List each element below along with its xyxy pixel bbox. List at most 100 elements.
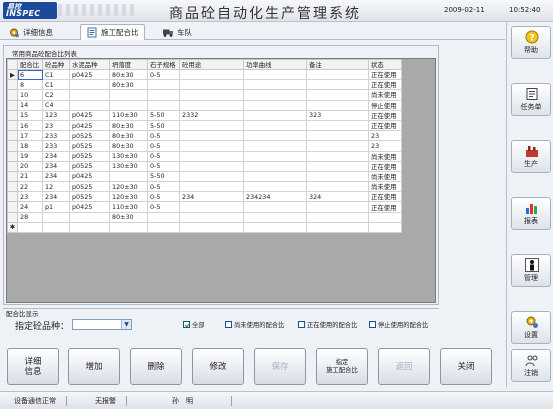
table-row[interactable]: 17 233 p0525 80±30 0-5 23 xyxy=(7,130,402,142)
table-cell[interactable]: 6 xyxy=(17,68,43,81)
table-cell[interactable] xyxy=(179,221,244,234)
sidebar-item-production[interactable]: 生产 xyxy=(511,140,551,173)
table-cell[interactable]: 130±30 xyxy=(109,150,148,162)
table-cell[interactable] xyxy=(109,99,148,111)
table-cell[interactable]: 233 xyxy=(42,140,70,152)
table-cell[interactable] xyxy=(243,99,307,111)
table-cell[interactable]: 130±30 xyxy=(109,160,148,172)
column-header[interactable]: 水泥品种 xyxy=(69,59,110,70)
table-cell[interactable]: 0-5 xyxy=(147,140,180,152)
table-cell[interactable] xyxy=(243,160,307,172)
table-cell[interactable] xyxy=(179,150,244,162)
table-cell[interactable]: 正在使用 xyxy=(368,201,402,213)
chevron-down-icon[interactable]: ▼ xyxy=(121,320,131,329)
table-cell[interactable] xyxy=(306,99,369,111)
row-header[interactable] xyxy=(7,160,18,172)
table-cell[interactable]: 123 xyxy=(42,109,70,121)
table-cell[interactable] xyxy=(243,68,307,81)
table-cell[interactable] xyxy=(306,221,369,234)
table-cell[interactable]: 尚未使用 xyxy=(368,170,402,183)
table-cell[interactable]: p0425 xyxy=(69,170,110,183)
table-cell[interactable]: p0525 xyxy=(69,140,110,152)
table-cell[interactable]: 80±30 xyxy=(109,130,148,142)
table-cell[interactable] xyxy=(42,211,70,223)
sidebar-item-reports[interactable]: 报表 xyxy=(511,197,551,230)
table-cell[interactable]: 17 xyxy=(17,130,43,142)
table-cell[interactable] xyxy=(179,160,244,172)
table-cell[interactable]: p0425 xyxy=(69,201,110,213)
table-cell[interactable]: 22 xyxy=(17,181,43,193)
table-cell[interactable]: p1 xyxy=(42,201,70,213)
table-cell[interactable]: 0-5 xyxy=(147,68,180,81)
filter-all-checkbox[interactable]: 全部 xyxy=(183,320,205,329)
add-button[interactable]: 增加 xyxy=(68,348,120,385)
delete-button[interactable]: 删除 xyxy=(130,348,182,385)
table-row[interactable]: 15 123 p0425 110±30 5-50 2332 323 正在使用 xyxy=(7,109,402,121)
table-cell[interactable]: 234 xyxy=(42,150,70,162)
save-button[interactable]: 保存 xyxy=(254,348,306,385)
table-cell[interactable]: 16 xyxy=(17,119,43,132)
table-cell[interactable] xyxy=(179,170,244,183)
table-cell[interactable] xyxy=(69,211,110,223)
table-cell[interactable] xyxy=(368,211,402,223)
table-cell[interactable]: 23 xyxy=(368,140,402,152)
tab-mix-ratio[interactable]: 施工配合比 xyxy=(80,24,145,40)
table-cell[interactable]: 5-50 xyxy=(147,109,180,121)
table-cell[interactable]: 110±30 xyxy=(109,109,148,121)
table-cell[interactable]: 80±30 xyxy=(109,119,148,132)
row-header[interactable] xyxy=(7,140,18,152)
table-cell[interactable]: 234 xyxy=(42,170,70,183)
table-cell[interactable] xyxy=(179,89,244,101)
sidebar-item-tasks[interactable]: 任务单 xyxy=(511,83,551,116)
table-row[interactable]: 23 234 p0525 120±30 0-5 234 234234 324 正在使用 xyxy=(7,191,402,203)
table-cell[interactable] xyxy=(243,150,307,162)
table-cell[interactable] xyxy=(306,119,369,132)
table-cell[interactable] xyxy=(179,140,244,152)
table-cell[interactable] xyxy=(243,79,307,91)
column-header[interactable]: 状态 xyxy=(368,59,402,70)
table-cell[interactable] xyxy=(306,211,369,223)
table-cell[interactable] xyxy=(243,221,307,234)
table-cell[interactable] xyxy=(179,130,244,142)
table-cell[interactable]: 120±30 xyxy=(109,191,148,203)
row-header[interactable] xyxy=(7,191,18,203)
table-cell[interactable] xyxy=(306,68,369,81)
column-header[interactable]: 功率曲线 xyxy=(243,59,307,70)
table-row[interactable]: 8 C1 80±30 正在使用 xyxy=(7,79,402,91)
table-cell[interactable]: p0525 xyxy=(69,191,110,203)
checkbox-box[interactable] xyxy=(298,321,305,328)
table-cell[interactable]: 23 xyxy=(17,191,43,203)
column-header[interactable]: 配合比 xyxy=(17,59,43,70)
table-cell[interactable]: 234234 xyxy=(243,191,307,203)
table-cell[interactable]: 8 xyxy=(17,79,43,91)
table-cell[interactable] xyxy=(147,79,180,91)
column-header[interactable]: 砼用途 xyxy=(179,59,244,70)
table-cell[interactable]: 0-5 xyxy=(147,150,180,162)
sidebar-item-settings[interactable]: 设置 xyxy=(511,311,551,344)
table-cell[interactable]: 15 xyxy=(17,109,43,121)
table-cell[interactable] xyxy=(243,201,307,213)
table-cell[interactable]: 正在使用 xyxy=(368,119,402,132)
details-button[interactable]: 详细 信息 xyxy=(7,348,59,385)
row-header[interactable] xyxy=(7,211,18,223)
table-row[interactable]: 28 80±30 xyxy=(7,211,402,223)
table-row[interactable]: 24 p1 p0425 110±30 0-5 正在使用 xyxy=(7,201,402,213)
table-cell[interactable]: 正在使用 xyxy=(368,191,402,203)
row-header[interactable] xyxy=(7,201,18,213)
table-cell[interactable] xyxy=(179,99,244,111)
modify-button[interactable]: 修改 xyxy=(192,348,244,385)
table-row[interactable]: 14 C4 停止使用 xyxy=(7,99,402,111)
table-row[interactable]: 22 12 p0525 120±30 0-5 尚未使用 xyxy=(7,181,402,193)
table-cell[interactable]: 尚未使用 xyxy=(368,89,402,101)
row-header[interactable] xyxy=(7,170,18,183)
table-cell[interactable] xyxy=(69,79,110,91)
mix-ratio-grid[interactable]: 配合比 砼品种 水泥品种 坍落度 石子规格 砼用途 功率曲线 备注 状态 ▶ 6 C… xyxy=(6,58,436,303)
table-cell[interactable]: p0525 xyxy=(69,150,110,162)
table-cell[interactable] xyxy=(243,140,307,152)
table-cell[interactable]: 正在使用 xyxy=(368,68,402,81)
table-cell[interactable]: 正在使用 xyxy=(368,109,402,121)
table-cell[interactable]: C4 xyxy=(42,99,70,111)
table-cell[interactable]: 80±30 xyxy=(109,68,148,81)
column-header[interactable]: 砼品种 xyxy=(42,59,70,70)
table-cell[interactable]: p0525 xyxy=(69,181,110,193)
